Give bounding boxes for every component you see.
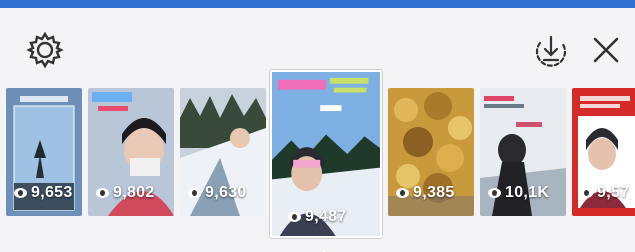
story-thumbnail-strip: 9,653 9,802 9,630 9,487 9,385 10,1K 9,57	[0, 66, 635, 238]
story-thumbnail-4-selected[interactable]: 9,487	[270, 70, 382, 238]
story-thumbnail-1[interactable]: 9,653	[6, 88, 82, 216]
story-tray-panel: 9,653 9,802 9,630 9,487 9,385 10,1K 9,57	[0, 8, 635, 252]
view-count: 10,1K	[488, 184, 549, 202]
eye-icon	[14, 188, 27, 198]
eye-icon	[580, 188, 593, 198]
eye-icon	[488, 188, 501, 198]
story-viewer-screen: 9,653 9,802 9,630 9,487 9,385 10,1K 9,57	[0, 0, 635, 252]
view-count: 9,802	[96, 184, 155, 202]
story-thumbnail-2[interactable]: 9,802	[88, 88, 174, 216]
eye-icon	[188, 188, 201, 198]
story-thumbnail-6[interactable]: 10,1K	[480, 88, 566, 216]
eye-icon	[396, 188, 409, 198]
view-count: 9,630	[188, 184, 247, 202]
close-icon	[590, 34, 622, 71]
view-count: 9,57	[580, 184, 629, 202]
view-count: 9,385	[396, 184, 455, 202]
top-color-strip	[0, 0, 635, 8]
eye-icon	[288, 212, 301, 222]
view-count: 9,487	[288, 208, 347, 226]
story-thumbnail-5[interactable]: 9,385	[388, 88, 474, 216]
story-thumbnail-7[interactable]: 9,57	[572, 88, 635, 216]
story-thumbnail-3[interactable]: 9,630	[180, 88, 266, 216]
eye-icon	[96, 188, 109, 198]
view-count: 9,653	[14, 184, 73, 202]
